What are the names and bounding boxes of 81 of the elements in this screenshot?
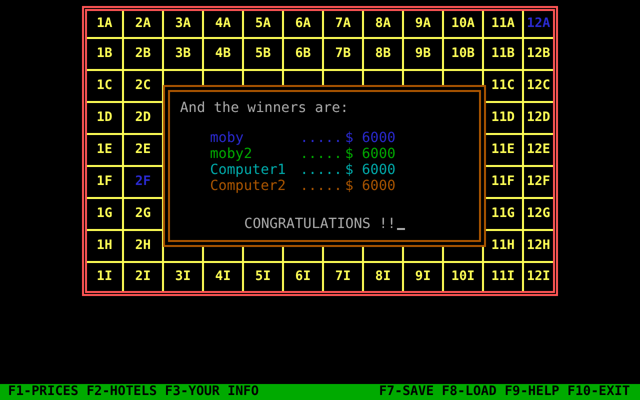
square-label: 2C (135, 78, 151, 94)
square-label: 12B (526, 46, 550, 62)
square-label: 11G (491, 206, 515, 222)
square-label: 10B (451, 46, 475, 62)
square-label: 9A (415, 16, 431, 32)
square-label: 3A (175, 16, 191, 32)
player-money: $ 6000 (345, 162, 396, 178)
square-label: 4B (215, 46, 231, 62)
square-label: 1I (96, 269, 112, 285)
square-label: 8A (375, 16, 391, 32)
square-label: 12C (526, 78, 550, 94)
square-label: 1C (96, 78, 112, 94)
square-label: 11I (491, 269, 515, 285)
congratulations-message: CONGRATULATIONS !! (244, 216, 396, 232)
square-label: 4A (215, 16, 231, 32)
function-key[interactable]: F2-HOTELS (86, 384, 157, 400)
player-money: $ 6000 (345, 146, 396, 162)
square-label: 2I (135, 269, 151, 285)
player-name: moby2 (210, 146, 254, 162)
square-label: 1G (96, 206, 112, 222)
square-label: 1F (96, 174, 112, 190)
square-label: 2B (135, 46, 151, 62)
square-label: 11H (491, 238, 515, 254)
square-label: 7A (335, 16, 351, 32)
square-label: 2H (135, 238, 151, 254)
square-label: 12E (526, 142, 550, 158)
square-label: 6I (295, 269, 311, 285)
square-label: 9I (415, 269, 431, 285)
player-name: Computer2 (210, 178, 287, 194)
square-label: 5A (255, 16, 271, 32)
player-name: Computer1 (210, 162, 287, 178)
square-label: 7B (335, 46, 351, 62)
square-label: 7I (335, 269, 351, 285)
square-label: 12G (526, 206, 550, 222)
square-label: 2A (135, 16, 151, 32)
player-money: $ 6000 (345, 178, 396, 194)
square-label: 2E (135, 142, 151, 158)
square-label: 11C (491, 78, 515, 94)
square-label: 1B (96, 46, 112, 62)
function-key[interactable]: F8-LOAD (442, 384, 497, 400)
square-label: 8B (375, 46, 391, 62)
function-key[interactable]: F7-SAVE (378, 384, 434, 400)
square-label: 3B (175, 46, 191, 62)
square-label: 12H (526, 238, 550, 254)
square-label: 1H (96, 238, 112, 254)
square-label: 12F (526, 174, 550, 190)
square-label: 2D (135, 110, 151, 126)
square-label: 11E (491, 142, 515, 158)
square-label: 1E (96, 142, 112, 158)
square-label: 1D (96, 110, 112, 126)
square-label: 4I (215, 269, 231, 285)
square-label: 12D (526, 110, 550, 126)
square-label: 11A (491, 16, 515, 32)
square-label: 11D (491, 110, 515, 126)
square-label: 3I (175, 269, 191, 285)
square-label: 12I (526, 269, 550, 285)
square-label: 8I (375, 269, 391, 285)
square-label: 1A (96, 16, 112, 32)
square-label: 2F (135, 174, 151, 190)
dot-leader: ..... (300, 178, 344, 194)
player-money: $ 6000 (345, 130, 396, 146)
player-name: moby (210, 130, 245, 146)
square-label: 10A (451, 16, 475, 32)
function-key[interactable]: F3-YOUR INFO (164, 384, 259, 400)
dot-leader: ..... (300, 130, 344, 146)
square-label: 5I (255, 269, 271, 285)
square-label: 6B (295, 46, 311, 62)
function-key[interactable]: F1-PRICES (8, 384, 78, 400)
square-label: 10I (451, 269, 475, 285)
square-label: 2G (135, 206, 151, 222)
square-label: 6A (295, 16, 311, 32)
dialog-heading: And the winners are: (180, 100, 350, 116)
square-label: 12A (526, 16, 550, 32)
function-key[interactable]: F9-HELP (504, 384, 560, 400)
square-label: 5B (255, 46, 271, 62)
function-key[interactable]: F10-EXIT (567, 384, 630, 400)
square-label: 11F (491, 174, 515, 190)
square-label: 9B (415, 46, 431, 62)
dot-leader: ..... (300, 162, 344, 178)
square-label: 11B (491, 46, 515, 62)
dot-leader: ..... (300, 146, 344, 162)
